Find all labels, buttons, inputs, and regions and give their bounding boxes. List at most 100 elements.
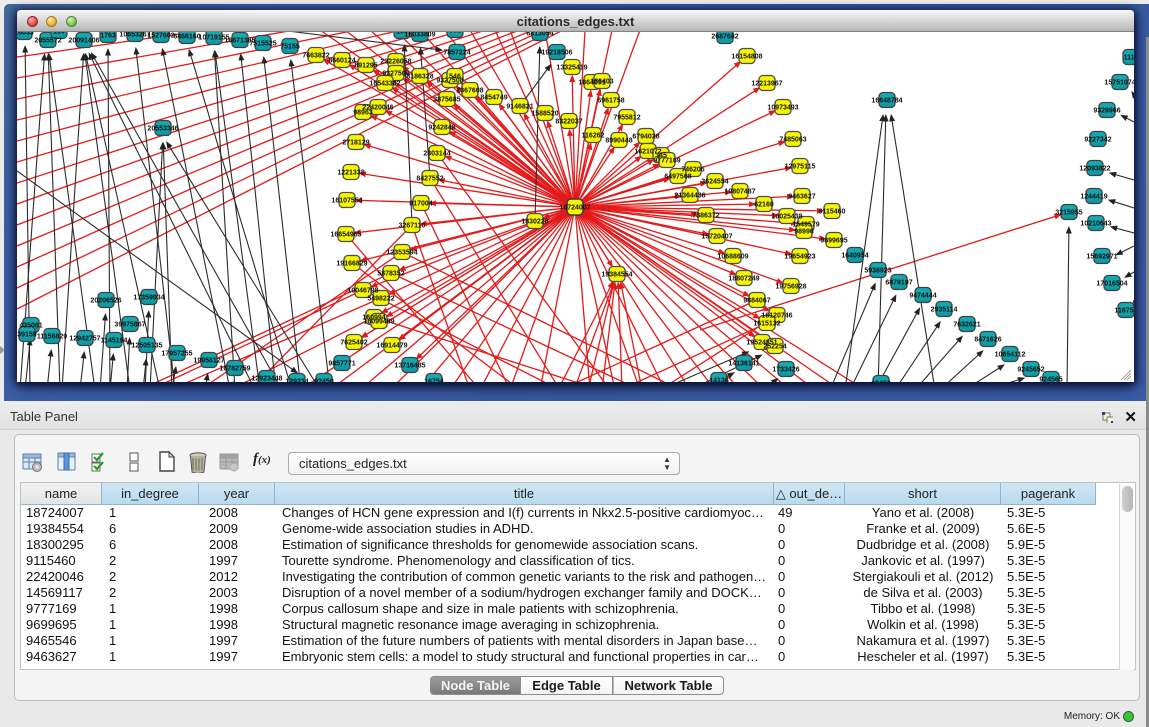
- svg-text:1763: 1763: [100, 33, 116, 40]
- svg-text:1830228: 1830228: [521, 219, 548, 226]
- svg-text:1588520: 1588520: [531, 111, 558, 118]
- svg-text:62160: 62160: [754, 202, 774, 209]
- svg-text:20206526: 20206526: [90, 298, 121, 305]
- svg-text:6879197: 6879197: [885, 280, 912, 287]
- svg-text:12093822: 12093822: [1079, 166, 1110, 173]
- svg-text:7632621: 7632621: [953, 322, 980, 329]
- svg-text:5938923: 5938923: [864, 268, 891, 275]
- svg-text:13325419: 13325419: [556, 65, 587, 72]
- svg-text:16754: 16754: [424, 379, 444, 383]
- svg-text:98963: 98963: [353, 110, 373, 117]
- svg-text:1221338: 1221338: [337, 170, 364, 177]
- svg-text:3624554: 3624554: [701, 179, 728, 186]
- svg-text:435061: 435061: [19, 323, 42, 330]
- svg-text:16782759: 16782759: [219, 366, 250, 373]
- svg-text:20091406: 20091406: [68, 38, 99, 45]
- svg-text:6794028: 6794028: [632, 134, 659, 141]
- svg-text:2367608: 2367608: [456, 88, 483, 95]
- svg-text:3267110: 3267110: [399, 223, 426, 230]
- svg-text:1117: 1117: [1124, 55, 1134, 62]
- svg-text:7515525: 7515525: [249, 41, 276, 48]
- svg-text:9115460: 9115460: [819, 209, 846, 216]
- svg-text:186403: 186403: [590, 79, 613, 86]
- svg-text:8427552: 8427552: [416, 176, 443, 183]
- svg-text:20553346: 20553346: [147, 126, 178, 133]
- svg-text:129234: 129234: [285, 379, 308, 383]
- svg-text:9899695: 9899695: [820, 238, 847, 245]
- svg-text:16099489: 16099489: [363, 319, 394, 326]
- svg-text:9857771: 9857771: [328, 361, 355, 368]
- svg-text:10210643: 10210643: [1080, 221, 1111, 228]
- svg-text:2687682: 2687682: [711, 34, 738, 41]
- svg-text:19218506: 19218506: [541, 50, 572, 57]
- svg-text:12213967: 12213967: [751, 81, 782, 88]
- svg-text:7955812: 7955812: [613, 115, 640, 122]
- svg-text:23226058: 23226058: [380, 59, 411, 66]
- svg-text:75155: 75155: [280, 44, 300, 51]
- svg-text:9245652: 9245652: [1017, 367, 1044, 374]
- svg-text:817004: 817004: [409, 201, 432, 208]
- svg-text:10025438: 10025438: [771, 214, 802, 221]
- svg-text:19958127: 19958127: [193, 358, 224, 365]
- svg-text:10807487: 10807487: [724, 189, 755, 196]
- svg-text:19384554: 19384554: [601, 272, 632, 279]
- svg-text:16033809: 16033809: [404, 32, 435, 39]
- svg-text:1527602: 1527602: [147, 33, 174, 40]
- svg-text:19166829: 19166829: [336, 261, 367, 268]
- svg-text:16033: 16033: [17, 32, 34, 37]
- svg-text:39975867: 39975867: [114, 322, 145, 329]
- svg-text:21364436: 21364436: [674, 193, 705, 200]
- svg-text:9146821: 9146821: [506, 104, 533, 111]
- svg-text:8322037: 8322037: [555, 119, 582, 126]
- svg-text:3875685: 3875685: [433, 97, 460, 104]
- svg-text:16543382: 16543382: [369, 81, 400, 88]
- svg-text:1640954: 1640954: [841, 253, 868, 260]
- svg-text:15692971: 15692971: [1086, 254, 1117, 261]
- svg-text:10654112: 10654112: [995, 352, 1026, 359]
- svg-text:7625402: 7625402: [340, 340, 367, 347]
- svg-text:252254: 252254: [763, 344, 786, 351]
- svg-text:12353594: 12353594: [386, 250, 417, 257]
- svg-text:9463627: 9463627: [788, 194, 815, 201]
- svg-text:15720407: 15720407: [701, 234, 732, 241]
- svg-text:12975115: 12975115: [785, 164, 816, 171]
- svg-text:16648784: 16648784: [871, 98, 902, 105]
- svg-text:92450: 92450: [314, 379, 334, 383]
- svg-text:9227342: 9227342: [1084, 137, 1111, 144]
- svg-text:1244419: 1244419: [1080, 194, 1107, 201]
- svg-text:1145194: 1145194: [101, 338, 128, 345]
- svg-text:116262: 116262: [582, 133, 605, 140]
- svg-text:9777169: 9777169: [653, 158, 680, 165]
- svg-text:12450: 12450: [871, 381, 891, 383]
- svg-text:1615132: 1615132: [753, 321, 780, 328]
- svg-text:12942757: 12942757: [69, 336, 100, 343]
- svg-text:10046798: 10046798: [347, 288, 378, 295]
- svg-text:6466160: 6466160: [173, 34, 200, 41]
- svg-text:1733426: 1733426: [772, 367, 799, 374]
- svg-text:190: 190: [53, 32, 65, 36]
- svg-text:6961758: 6961758: [597, 98, 624, 105]
- svg-text:9329966: 9329966: [1093, 108, 1120, 115]
- svg-text:16107554: 16107554: [331, 198, 362, 205]
- svg-text:5878352: 5878352: [377, 271, 404, 278]
- svg-text:17016504: 17016504: [1096, 281, 1127, 288]
- svg-text:8813054: 8813054: [526, 32, 553, 38]
- svg-text:18724007: 18724007: [559, 205, 590, 212]
- svg-text:17359934: 17359934: [133, 295, 164, 302]
- svg-text:2803144: 2803144: [423, 151, 450, 158]
- svg-text:891295: 891295: [354, 63, 377, 70]
- svg-text:116753: 116753: [1115, 308, 1134, 315]
- svg-text:10973493: 10973493: [767, 105, 798, 112]
- svg-text:8471626: 8471626: [974, 337, 1001, 344]
- svg-text:14136: 14136: [709, 378, 729, 383]
- svg-text:9474444: 9474444: [909, 293, 936, 300]
- svg-text:8660124: 8660124: [328, 58, 355, 65]
- svg-text:10688609: 10688609: [717, 254, 748, 261]
- svg-text:1549579: 1549579: [792, 222, 819, 229]
- svg-text:19654923: 19654923: [784, 254, 815, 261]
- svg-text:8990448: 8990448: [605, 138, 632, 145]
- svg-text:10653267: 10653267: [119, 32, 150, 39]
- svg-text:16154808: 16154808: [731, 54, 762, 61]
- svg-text:6497568: 6497568: [664, 174, 691, 181]
- svg-text:16120746: 16120746: [761, 313, 792, 320]
